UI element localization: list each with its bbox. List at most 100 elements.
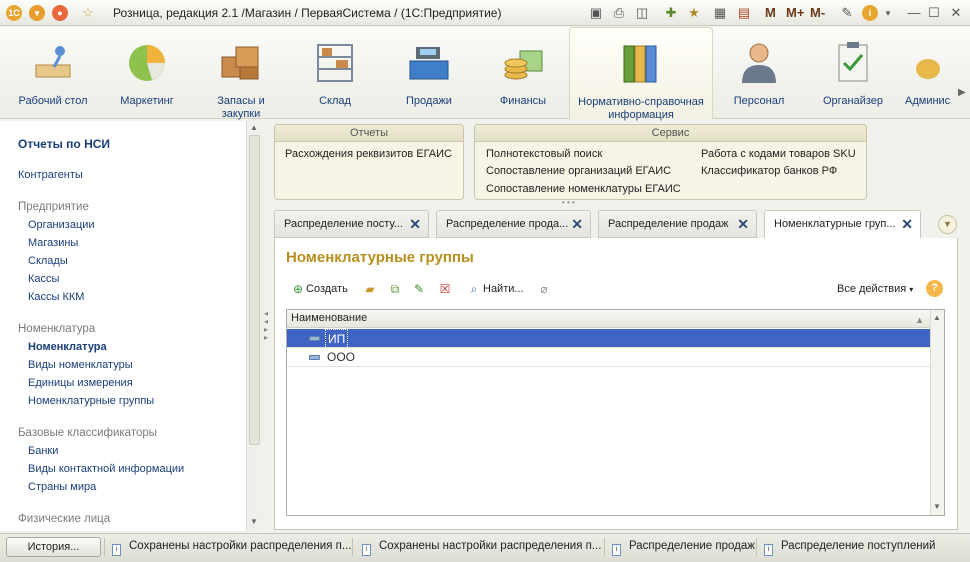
sidebar-item-nomenclature-groups[interactable]: Номенклатурные группы xyxy=(28,395,154,407)
delete-mark-icon[interactable]: ☒ xyxy=(437,281,453,297)
status-item[interactable]: i Сохранены настройки распределения п... xyxy=(362,540,601,556)
create-folder-icon[interactable]: ▰ xyxy=(362,281,378,297)
create-plus-icon[interactable]: ⊕ xyxy=(290,281,306,297)
sidebar-scrollbar[interactable]: ▲ ▼ xyxy=(246,121,262,531)
stop-icon[interactable]: ● xyxy=(52,5,68,21)
sidebar-title[interactable]: Отчеты по НСИ xyxy=(18,137,110,151)
link-bank-classifier[interactable]: Классификатор банков РФ xyxy=(701,165,837,177)
sidebar-item-kkm-cashboxes[interactable]: Кассы ККМ xyxy=(28,291,84,303)
status-item[interactable]: i Сохранены настройки распределения п... xyxy=(112,540,351,556)
link-fulltext-search[interactable]: Полнотекстовый поиск xyxy=(486,148,602,160)
close-tab-icon[interactable]: ✕ xyxy=(737,211,749,237)
find-button[interactable]: Найти... xyxy=(483,280,524,298)
scroll-down-icon[interactable]: ▼ xyxy=(933,502,941,511)
status-item-label: Сохранены настройки распределения п... xyxy=(379,540,602,552)
print-icon[interactable]: ⎙ xyxy=(611,5,627,21)
tab-sales-distribution-2[interactable]: Распределение продаж ✕ xyxy=(598,210,757,238)
favorites-icon[interactable]: ★ xyxy=(686,5,702,21)
tab-nomenclature-groups[interactable]: Номенклатурные груп... ✕ xyxy=(764,210,921,239)
settings-wrench-icon[interactable]: ✎ xyxy=(839,5,855,21)
tabs-menu-icon[interactable]: ▼ xyxy=(938,215,957,234)
save-icon[interactable]: ▣ xyxy=(588,5,604,21)
section-finance[interactable]: Финансы xyxy=(488,27,558,119)
status-separator xyxy=(604,538,605,556)
dropdown-icon[interactable]: ▾ xyxy=(880,5,896,21)
copy-icon[interactable]: ⧉ xyxy=(387,281,403,297)
close-tab-icon[interactable]: ✕ xyxy=(409,211,421,237)
section-label: Рабочий стол xyxy=(18,95,88,107)
close-tab-icon[interactable]: ✕ xyxy=(571,211,583,237)
tab-sales-distribution-1[interactable]: Распределение прода... ✕ xyxy=(436,210,591,238)
sidebar-item-nomenclature-types[interactable]: Виды номенклатуры xyxy=(28,359,133,371)
sidebar-item-organizations[interactable]: Организации xyxy=(28,219,95,231)
binders-icon xyxy=(623,45,657,83)
favorites-star-icon[interactable]: ☆ xyxy=(80,5,96,21)
scroll-down-icon[interactable]: ▼ xyxy=(250,517,258,526)
memory-plus-button[interactable]: M+ xyxy=(786,5,804,21)
data-grid[interactable]: Наименование ▲ ИП ООО ▲ ▼ xyxy=(286,309,945,516)
section-sales[interactable]: Продажи xyxy=(394,27,464,119)
sections-scroll-right-icon[interactable]: ▶ xyxy=(958,87,966,98)
sidebar-item-cashboxes[interactable]: Кассы xyxy=(28,273,59,285)
status-item[interactable]: i Распределение поступлений xyxy=(764,540,935,556)
memory-minus-button[interactable]: M- xyxy=(810,5,825,21)
column-header-name[interactable]: Наименование ▲ xyxy=(287,310,930,328)
section-label: Админис xyxy=(905,95,951,107)
section-warehouse[interactable]: Склад xyxy=(300,27,370,119)
main-menu-icon[interactable]: ▾ xyxy=(29,5,45,21)
sidebar-item-countries[interactable]: Страны мира xyxy=(28,481,96,493)
section-admin[interactable]: Админис xyxy=(905,27,959,119)
row-name: ООО xyxy=(327,350,356,364)
create-button[interactable]: Создать xyxy=(306,280,348,298)
panel-splitter[interactable]: ◂ ◂ ▸ ▸ xyxy=(264,310,270,342)
section-organizer[interactable]: Органайзер xyxy=(818,27,888,119)
sidebar-item-counterparties[interactable]: Контрагенты xyxy=(18,169,83,181)
add-favorite-icon[interactable]: ✚ xyxy=(663,5,679,21)
sidebar-item-nomenclature[interactable]: Номенклатура xyxy=(28,341,107,353)
memory-m-button[interactable]: M xyxy=(765,5,776,21)
sidebar-scroll-thumb[interactable] xyxy=(249,135,260,445)
status-item[interactable]: i Распределение продаж xyxy=(612,540,755,556)
tab-receipts-distribution[interactable]: Распределение посту... ✕ xyxy=(274,210,429,238)
section-reference-info[interactable]: Нормативно-справочная информация xyxy=(569,27,713,121)
table-row[interactable]: ИП xyxy=(287,329,930,349)
all-actions-button[interactable]: Все действия ▾ xyxy=(837,280,913,298)
close-icon[interactable]: ✕ xyxy=(948,5,964,21)
link-egais-mismatch[interactable]: Расхождения реквизитов ЕГАИС xyxy=(285,148,452,160)
preview-icon[interactable]: ◫ xyxy=(634,5,650,21)
cancel-search-icon[interactable]: ⌀ xyxy=(536,281,552,297)
calendar-icon[interactable]: ▤ xyxy=(736,5,752,21)
sections-panel: Рабочий стол Маркетинг Запасы и закупки … xyxy=(0,27,970,121)
sidebar-item-warehouses[interactable]: Склады xyxy=(28,255,68,267)
history-button[interactable]: История... xyxy=(6,537,101,557)
minimize-icon[interactable]: — xyxy=(906,5,922,21)
info-icon[interactable]: i xyxy=(862,5,878,21)
section-personnel[interactable]: Персонал xyxy=(724,27,794,119)
section-desktop[interactable]: Рабочий стол xyxy=(18,27,88,119)
sidebar-item-contact-info-types[interactable]: Виды контактной информации xyxy=(28,463,184,475)
link-sku-codes[interactable]: Работа с кодами товаров SKU xyxy=(701,148,856,160)
link-egais-organizations[interactable]: Сопоставление организаций ЕГАИС xyxy=(486,165,671,177)
section-marketing[interactable]: Маркетинг xyxy=(112,27,182,119)
scroll-up-icon[interactable]: ▲ xyxy=(933,313,941,322)
app-logo-icon[interactable]: 1С xyxy=(6,5,22,21)
table-row[interactable]: ООО xyxy=(287,348,930,367)
group-item-icon xyxy=(309,336,320,341)
close-tab-icon[interactable]: ✕ xyxy=(901,211,913,238)
help-icon[interactable]: ? xyxy=(926,280,943,297)
sidebar-item-stores[interactable]: Магазины xyxy=(28,237,78,249)
section-inventory[interactable]: Запасы и закупки xyxy=(206,27,276,120)
scroll-up-icon[interactable]: ▲ xyxy=(250,123,258,132)
sidebar-group-nomenclature: Номенклатура xyxy=(18,323,96,335)
maximize-icon[interactable]: ☐ xyxy=(926,5,942,21)
edit-pencil-icon[interactable]: ✎ xyxy=(411,281,427,297)
sort-icon[interactable]: ▲ xyxy=(915,312,924,329)
find-magnifier-icon[interactable]: ⌕ xyxy=(466,281,482,297)
calculator-icon[interactable]: ▦ xyxy=(712,5,728,21)
section-label: Органайзер xyxy=(822,95,884,107)
grid-scrollbar[interactable]: ▲ ▼ xyxy=(930,310,944,515)
panel-resize-grip[interactable]: • • • xyxy=(562,198,575,207)
sidebar-item-banks[interactable]: Банки xyxy=(28,445,58,457)
link-egais-nomenclature[interactable]: Сопоставление номенклатуры ЕГАИС xyxy=(486,183,681,195)
sidebar-item-units[interactable]: Единицы измерения xyxy=(28,377,133,389)
